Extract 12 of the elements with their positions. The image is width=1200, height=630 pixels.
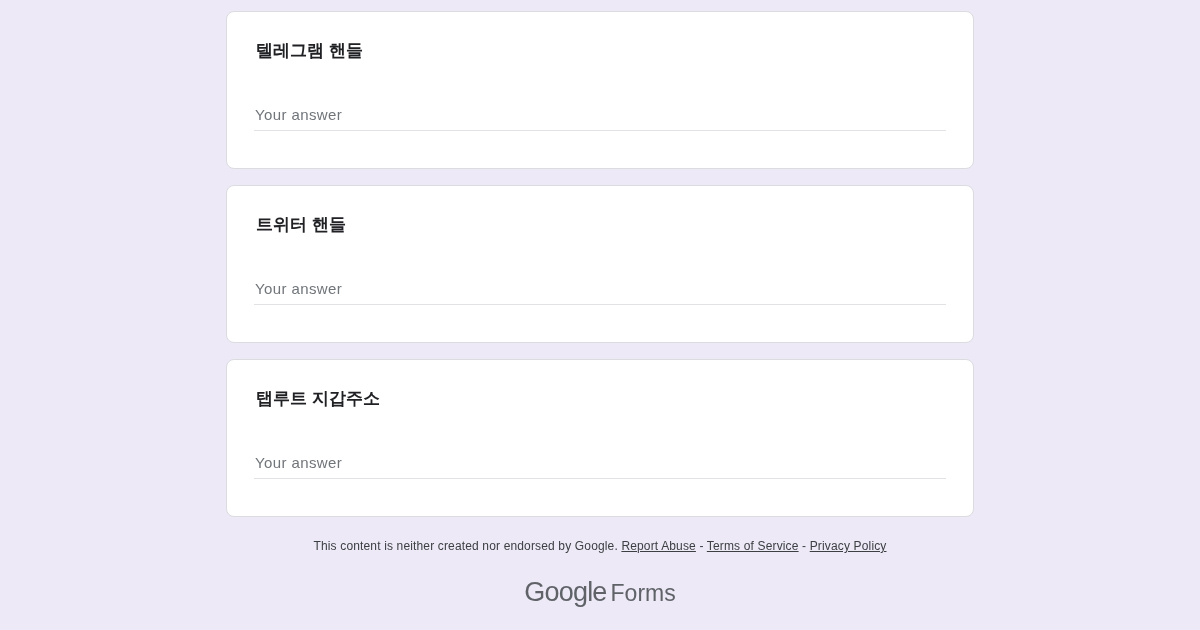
footer-link[interactable]: Terms of Service: [706, 539, 799, 553]
answer-field[interactable]: Your answer: [254, 99, 946, 131]
logo-product-text: Forms: [610, 580, 676, 607]
question-title: 탭루트 지갑주소: [255, 388, 380, 410]
answer-field[interactable]: Your answer: [254, 447, 946, 479]
logo-brand-text: Google: [524, 577, 607, 608]
footer-link[interactable]: Privacy Policy: [809, 539, 887, 553]
answer-field[interactable]: Your answer: [254, 273, 946, 305]
footer-disclaimer: This content is neither created nor endorsed by Google. Report Abuse - Terms of Service - Privacy Policy: [312, 538, 888, 555]
question-title: 트위터 핸들: [255, 214, 346, 236]
question-title: 텔레그램 핸들: [255, 40, 363, 62]
footer-link[interactable]: Report Abuse: [621, 539, 696, 553]
